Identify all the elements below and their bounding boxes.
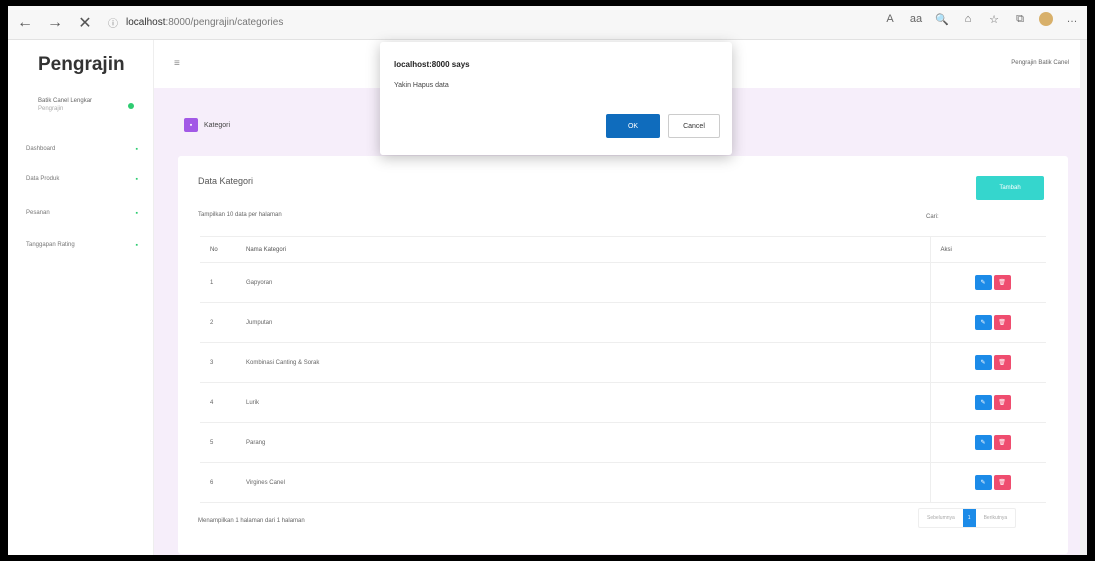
cell-no: 4: [200, 382, 236, 423]
cell-actions: ✎ 🗑: [930, 342, 1046, 383]
cell-no: 3: [200, 342, 236, 383]
table-row: 1 Gapyoran ✎ 🗑: [200, 262, 1046, 303]
table-row: 4 Lurik ✎ 🗑: [200, 382, 1046, 423]
cell-no: 1: [200, 262, 236, 303]
font-size-icon[interactable]: аа: [909, 13, 923, 25]
forward-icon[interactable]: →: [42, 10, 68, 36]
online-status-dot: [128, 103, 134, 109]
dialog-message: Yakin Hapus data: [394, 82, 449, 89]
cell-name: Jumputan: [236, 302, 931, 343]
sidebar-item-pesanan[interactable]: Pesanan ▪: [26, 210, 138, 217]
column-header-action[interactable]: Aksi: [930, 236, 1046, 263]
cell-no: 5: [200, 422, 236, 463]
browser-toolbar: ← → ✕ ⓘ localhost :8000/pengrajin/catego…: [8, 6, 1087, 40]
url-path: :8000/pengrajin/categories: [165, 17, 284, 28]
cell-name: Parang: [236, 422, 931, 463]
profile-avatar[interactable]: [1039, 12, 1053, 26]
edit-button[interactable]: ✎: [974, 315, 992, 330]
order-icon: ▪: [135, 210, 138, 217]
sidebar-user-role: Pengrajin: [38, 106, 64, 112]
cell-name: Kombinasi Canting & Sorak: [236, 342, 931, 383]
sidebar-item-data-produk[interactable]: Data Produk ▪: [26, 176, 138, 183]
cell-actions: ✎ 🗑: [930, 262, 1046, 303]
pagination-current-page[interactable]: 1: [962, 509, 976, 527]
sidebar-item-label: Dashboard: [26, 146, 56, 152]
pagination-next[interactable]: Berikutnya: [976, 515, 1016, 521]
zoom-icon[interactable]: 🔍: [935, 13, 949, 26]
edit-button[interactable]: ✎: [974, 275, 992, 290]
cell-actions: ✎ 🗑: [930, 302, 1046, 343]
brand-logo[interactable]: Pengrajin: [38, 54, 125, 76]
cell-actions: ✎ 🗑: [930, 382, 1046, 423]
sidebar-item-tanggapan-rating[interactable]: Tanggapan Rating ▪: [26, 242, 138, 249]
delete-button[interactable]: 🗑: [993, 475, 1011, 490]
column-header-no[interactable]: No: [200, 236, 236, 263]
table-info: Menampilkan 1 halaman dari 1 halaman: [198, 518, 305, 524]
sidebar-item-label: Pesanan: [26, 210, 50, 216]
sidebar: Pengrajin Batik Canel Lengkar Pengrajin …: [8, 40, 154, 555]
delete-button[interactable]: 🗑: [993, 315, 1011, 330]
sidebar-user-name: Batik Canel Lengkar: [38, 98, 93, 104]
edit-button[interactable]: ✎: [974, 475, 992, 490]
edit-button[interactable]: ✎: [974, 395, 992, 410]
column-header-name[interactable]: Nama Kategori: [236, 236, 931, 263]
cell-actions: ✎ 🗑: [930, 462, 1046, 503]
delete-button[interactable]: 🗑: [993, 395, 1011, 410]
cell-name: Gapyoran: [236, 262, 931, 303]
dashboard-icon: ▪: [135, 146, 138, 153]
page-header: ▪ Kategori: [184, 118, 230, 132]
pagination: Sebelumnya 1 Berikutnya: [918, 508, 1017, 528]
edit-button[interactable]: ✎: [974, 435, 992, 450]
cell-no: 6: [200, 462, 236, 503]
pagination-prev[interactable]: Sebelumnya: [919, 515, 963, 521]
table-row: 6 Virgines Canel ✎ 🗑: [200, 462, 1046, 503]
address-bar[interactable]: ⓘ localhost :8000/pengrajin/categories: [108, 15, 283, 30]
cell-actions: ✎ 🗑: [930, 422, 1046, 463]
add-category-button[interactable]: Tambah: [976, 176, 1044, 200]
search-label: Cari:: [926, 214, 939, 220]
cancel-button[interactable]: Cancel: [668, 114, 720, 138]
confirm-dialog: localhost:8000 says Yakin Hapus data OK …: [380, 42, 732, 155]
cell-name: Lurik: [236, 382, 931, 423]
collections-icon[interactable]: ⧉: [1013, 13, 1027, 26]
read-aloud-icon[interactable]: A: [883, 13, 897, 25]
page-length-select[interactable]: Tampilkan 10 data per halaman: [198, 212, 282, 218]
stop-loading-icon[interactable]: ✕: [72, 10, 98, 36]
rating-icon: ▪: [135, 242, 138, 249]
browser-actions: A аа 🔍 ⌂ ☆ ⧉ …: [883, 12, 1079, 26]
table-row: 2 Jumputan ✎ 🗑: [200, 302, 1046, 343]
category-icon: ▪: [184, 118, 198, 132]
edit-button[interactable]: ✎: [974, 355, 992, 370]
sidebar-user: Batik Canel Lengkar Pengrajin: [38, 98, 92, 112]
cell-no: 2: [200, 302, 236, 343]
delete-button[interactable]: 🗑: [993, 275, 1011, 290]
favorites-icon[interactable]: ☆: [987, 13, 1001, 26]
card-title: Data Kategori: [198, 176, 254, 186]
sidebar-item-label: Tanggapan Rating: [26, 242, 75, 248]
home-icon[interactable]: ⌂: [961, 13, 975, 25]
category-table: No Nama Kategori Aksi 1 Gapyoran ✎ 🗑 2 J…: [200, 236, 1046, 503]
user-menu[interactable]: Pengrajin Batik Canel: [1011, 60, 1069, 66]
dialog-title: localhost:8000 says: [394, 60, 470, 69]
delete-button[interactable]: 🗑: [993, 355, 1011, 370]
more-menu-icon[interactable]: …: [1065, 13, 1079, 25]
back-icon[interactable]: ←: [12, 10, 38, 36]
category-card: Data Kategori Tambah Tampilkan 10 data p…: [178, 156, 1068, 554]
table-row: 3 Kombinasi Canting & Sorak ✎ 🗑: [200, 342, 1046, 383]
site-info-icon[interactable]: ⓘ: [108, 15, 118, 30]
page-title: Kategori: [204, 121, 231, 129]
url-host: localhost: [126, 17, 166, 28]
sidebar-item-dashboard[interactable]: Dashboard ▪: [26, 146, 138, 153]
page-scrollbar[interactable]: [1080, 40, 1087, 555]
delete-button[interactable]: 🗑: [993, 435, 1011, 450]
hamburger-menu-icon[interactable]: ≡: [174, 58, 180, 69]
ok-button[interactable]: OK: [606, 114, 660, 138]
sidebar-item-label: Data Produk: [26, 176, 60, 182]
table-row: 5 Parang ✎ 🗑: [200, 422, 1046, 463]
product-icon: ▪: [135, 176, 138, 183]
browser-window: ← → ✕ ⓘ localhost :8000/pengrajin/catego…: [8, 6, 1087, 555]
cell-name: Virgines Canel: [236, 462, 931, 503]
table-header-row: No Nama Kategori Aksi: [200, 236, 1046, 263]
